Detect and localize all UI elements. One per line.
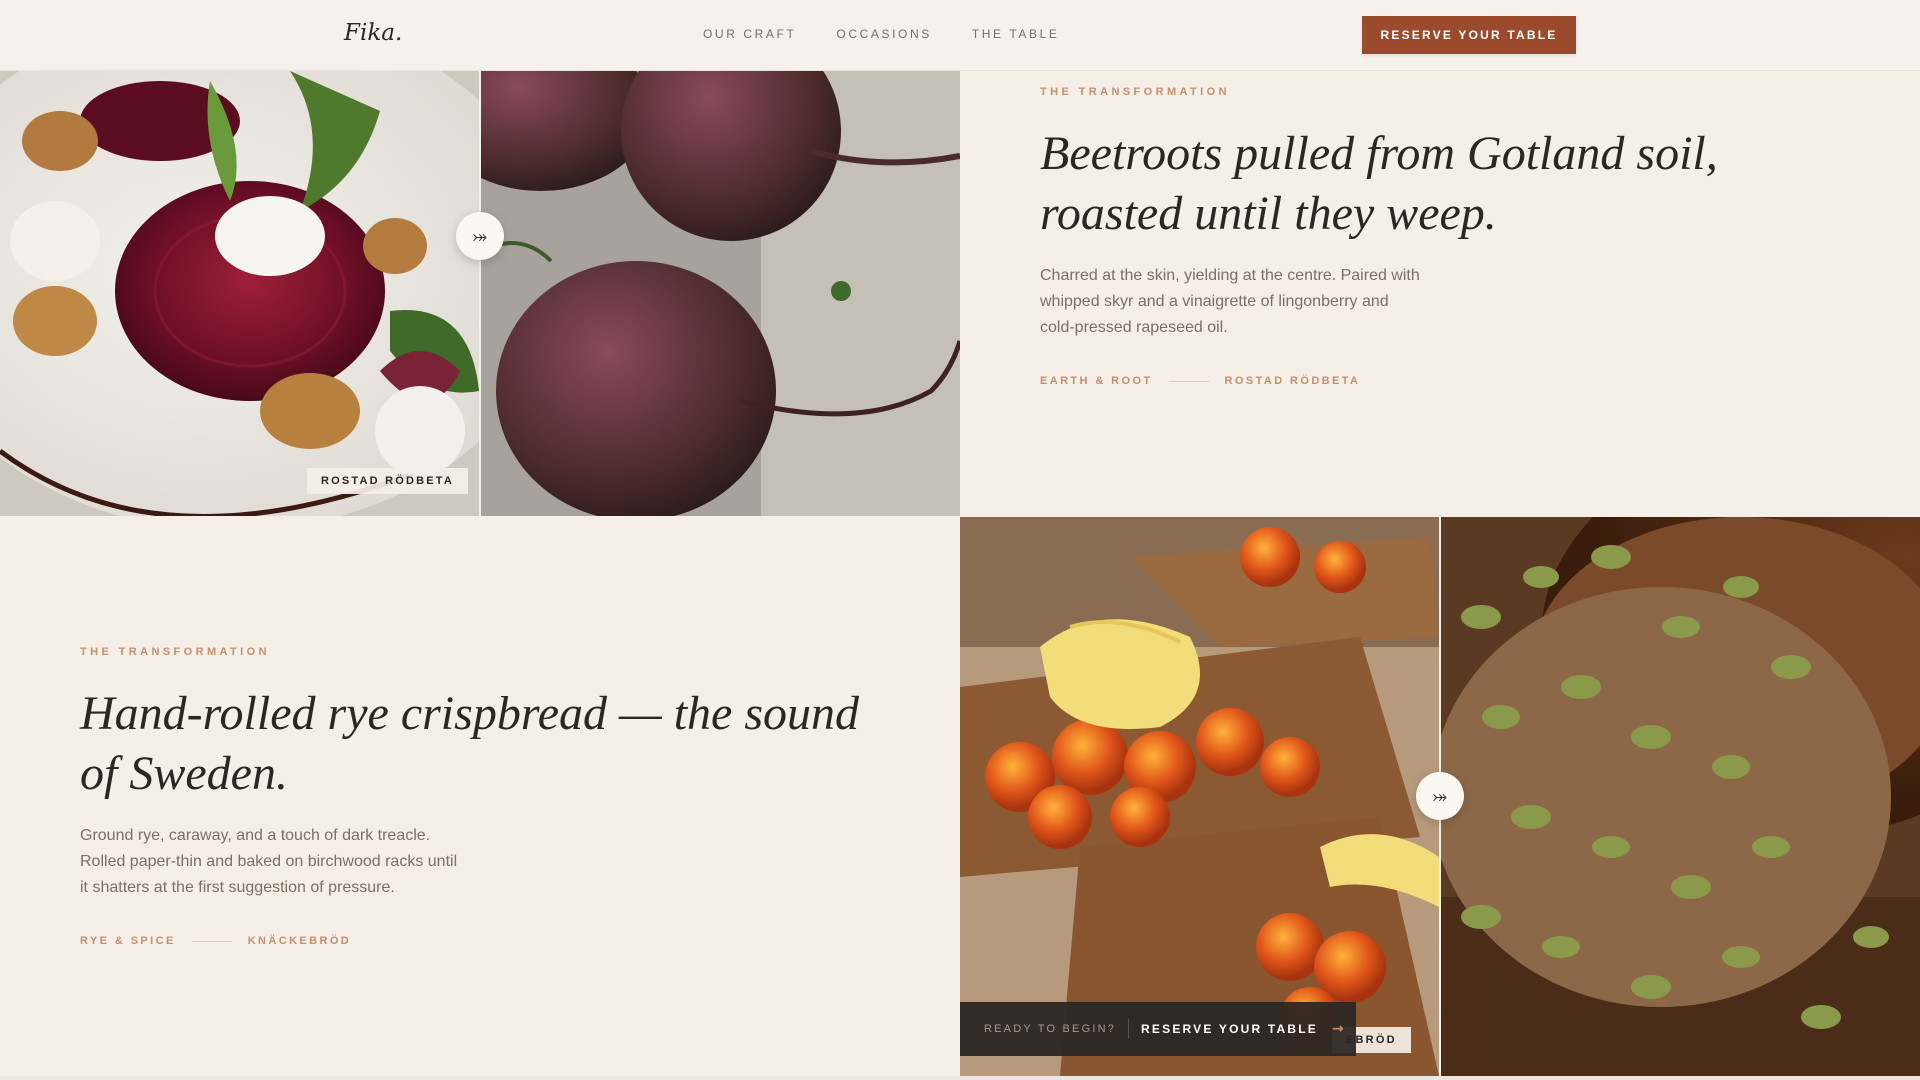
headline-line: of Sweden. xyxy=(80,747,288,800)
section-eyebrow: THE TRANSFORMATION xyxy=(80,646,270,658)
nav-item-occasions[interactable]: OCCASIONS xyxy=(836,27,931,41)
sticky-reserve-label: RESERVE YOUR TABLE xyxy=(1141,1022,1319,1036)
tag-dish: ROSTAD RÖDBETA xyxy=(1224,375,1361,387)
sticky-reserve-button[interactable]: RESERVE YOUR TABLE → xyxy=(1129,1021,1346,1037)
dish-tagline: RYE & SPICE KNÄCKEBRÖD xyxy=(80,935,351,947)
section-eyebrow: THE TRANSFORMATION xyxy=(1040,86,1230,98)
ready-prompt: READY TO BEGIN? xyxy=(984,1023,1117,1035)
reserve-table-button[interactable]: RESERVE YOUR TABLE xyxy=(1362,16,1576,54)
headline-line: roasted until they weep. xyxy=(1040,187,1497,240)
description-line: it shatters at the first suggestion of p… xyxy=(80,879,395,896)
swap-view-icon[interactable]: ⤖ xyxy=(456,212,504,260)
headline-line: Beetroots pulled from Gotland soil, xyxy=(1040,127,1718,180)
tag-divider xyxy=(191,940,232,942)
tag-dish: KNÄCKEBRÖD xyxy=(247,935,352,947)
section-description: Ground rye, caraway, and a touch of dark… xyxy=(80,823,500,901)
section-headline: Hand-rolled rye crispbread — the sound o… xyxy=(80,684,940,804)
tag-category: EARTH & ROOT xyxy=(1040,375,1153,387)
grain-bowl-photo xyxy=(1441,517,1920,1076)
arrow-right-icon: → xyxy=(1332,1021,1346,1037)
beet-plated-photo: ROSTAD RÖDBETA xyxy=(0,71,479,516)
main-nav: OUR CRAFT OCCASIONS THE TABLE xyxy=(703,27,1059,41)
beet-raw-photo xyxy=(481,71,960,516)
swap-view-icon[interactable]: ⤖ xyxy=(1416,772,1464,820)
section-description: Charred at the skin, yielding at the cen… xyxy=(1040,263,1460,341)
nav-item-the-table[interactable]: THE TABLE xyxy=(972,27,1060,41)
crispbread-plated-photo: EBRÖD xyxy=(960,517,1439,1076)
tag-category: RYE & SPICE xyxy=(80,935,176,947)
description-line: Charred at the skin, yielding at the cen… xyxy=(1040,267,1420,284)
section-headline: Beetroots pulled from Gotland soil, roas… xyxy=(1040,124,1860,244)
page-bottom-edge xyxy=(0,1076,1920,1080)
photo-label: ROSTAD RÖDBETA xyxy=(307,468,469,494)
dish-tagline: EARTH & ROOT ROSTAD RÖDBETA xyxy=(1040,375,1360,387)
tag-divider xyxy=(1168,380,1209,382)
headline-line: Hand-rolled rye crispbread — the sound xyxy=(80,687,860,740)
description-line: Ground rye, caraway, and a touch of dark… xyxy=(80,827,431,844)
sticky-reserve-bar: READY TO BEGIN? RESERVE YOUR TABLE → xyxy=(960,1002,1356,1056)
description-line: Rolled paper-thin and baked on birchwood… xyxy=(80,853,458,870)
description-line: whipped skyr and a vinaigrette of lingon… xyxy=(1040,293,1389,310)
nav-item-our-craft[interactable]: OUR CRAFT xyxy=(703,27,796,41)
description-line: cold-pressed rapeseed oil. xyxy=(1040,319,1228,336)
brand-logo[interactable]: Fika. xyxy=(344,20,402,46)
site-header: Fika. OUR CRAFT OCCASIONS THE TABLE RESE… xyxy=(0,0,1920,71)
